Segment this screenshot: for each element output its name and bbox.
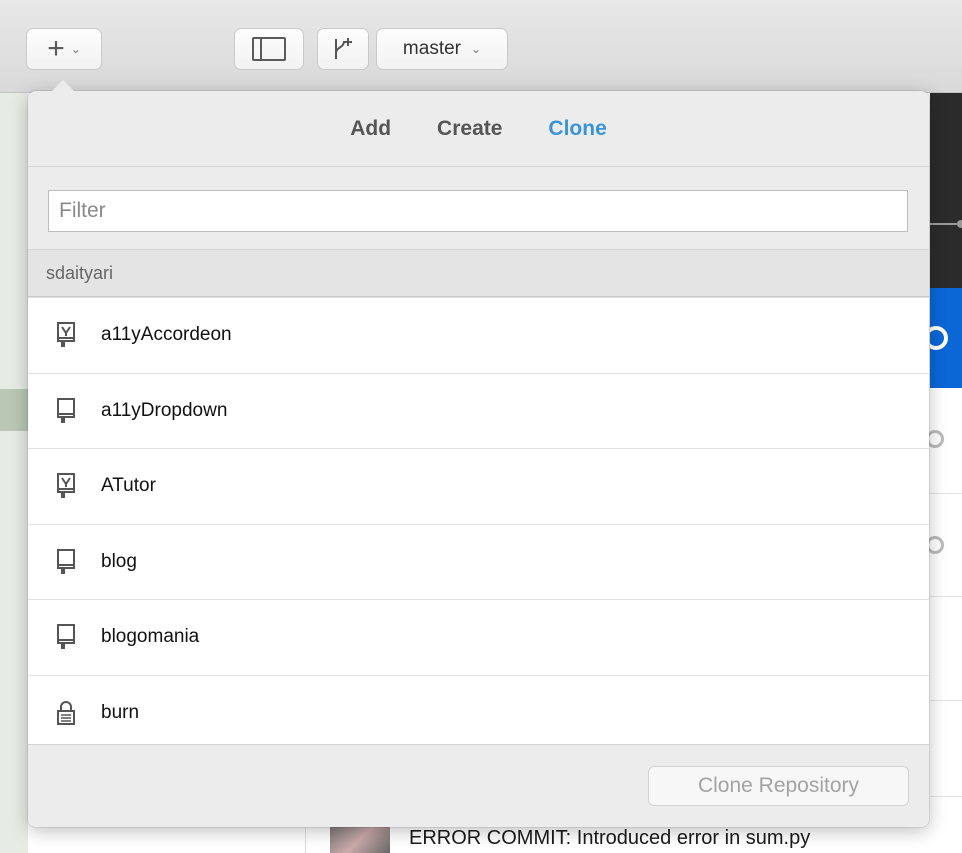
list-item[interactable]: blog [28,525,929,600]
repository-popover: Add Create Clone sdaityari a11yAccordeon [28,91,929,827]
repo-icon [51,397,81,424]
branch-selector[interactable]: master ⌄ [376,28,508,70]
list-item[interactable]: a11yAccordeon [28,298,929,374]
background-selected-item [0,389,28,431]
branch-name: master [402,38,461,59]
list-item[interactable]: burn [28,676,929,745]
new-branch-button[interactable] [317,28,369,70]
toolbar: + ⌄ master ⌄ [0,0,962,93]
commit-message: ERROR COMMIT: Introduced error in sum.py [409,827,811,849]
background-graph-header [930,93,962,288]
list-item[interactable]: a11yDropdown [28,374,929,449]
account-name: sdaityari [46,263,114,283]
popover-footer: Clone Repository [28,744,929,827]
plus-icon: + [47,32,65,65]
background-commit-row[interactable]: ERROR COMMIT: Introduced error in sum.py [305,823,962,853]
tab-add[interactable]: Add [350,117,391,141]
popover-arrow [51,80,75,92]
popover-tabs: Add Create Clone [28,91,929,167]
list-item[interactable]: blogomania [28,600,929,676]
account-group-header: sdaityari [28,249,929,297]
filter-input[interactable] [48,190,908,232]
repo-name: a11yDropdown [101,399,228,421]
repo-name: burn [101,701,140,723]
background-sidebar [0,93,28,853]
repo-icon [51,624,81,650]
background-selected-commit-row[interactable] [924,288,962,388]
background-commit-list [926,388,962,853]
chevron-down-icon: ⌄ [471,42,482,56]
repo-name: a11yAccordeon [101,324,232,346]
add-repository-button[interactable]: + ⌄ [26,28,102,70]
clone-repository-button[interactable]: Clone Repository [648,766,909,806]
sidebar-icon [252,37,286,61]
repo-name: blogomania [101,626,200,648]
tab-create[interactable]: Create [437,117,502,141]
list-item[interactable]: ATutor [28,449,929,525]
toggle-sidebar-button[interactable] [234,28,304,70]
chevron-down-icon: ⌄ [70,42,81,56]
repo-icon [51,548,81,575]
repo-name: blog [101,550,137,572]
avatar [330,825,390,853]
tab-clone[interactable]: Clone [548,117,606,141]
lock-icon [51,700,81,726]
repository-list[interactable]: a11yAccordeon a11yDropdown ATutor blog b… [28,298,929,744]
branch-icon [335,38,352,59]
repo-name: ATutor [101,475,156,497]
fork-repo-icon [51,473,81,499]
fork-repo-icon [51,322,81,348]
